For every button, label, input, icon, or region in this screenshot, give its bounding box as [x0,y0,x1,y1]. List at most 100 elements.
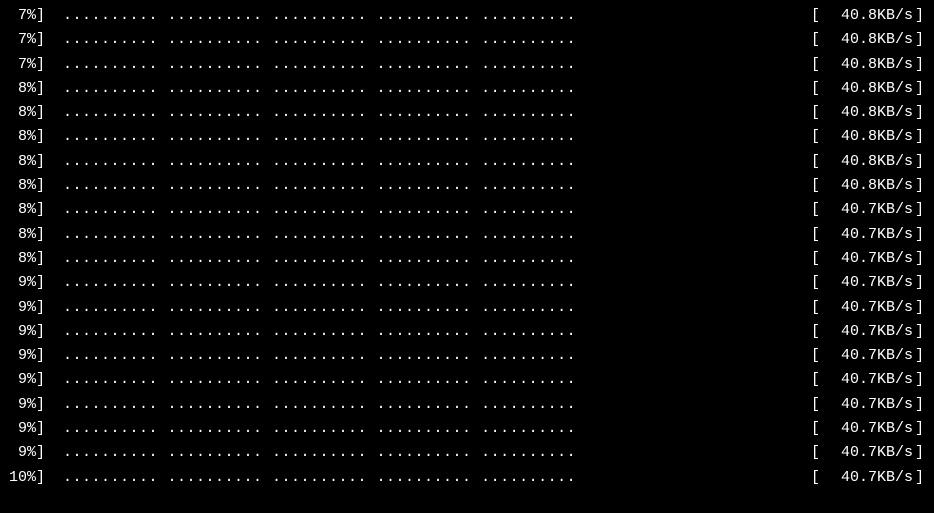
bracket-close: ] [915,466,934,490]
bracket-open: [ [803,247,820,271]
progress-line: 9%].......... .......... .......... ....… [0,320,934,344]
progress-line: 9%].......... .......... .......... ....… [0,271,934,295]
download-speed: 40.8KB/s [820,174,915,198]
bracket-open: [ [803,393,820,417]
progress-dots: .......... .......... .......... .......… [45,466,576,490]
progress-line: 8%].......... .......... .......... ....… [0,125,934,149]
progress-percent: 7%] [0,28,45,52]
download-speed: 40.7KB/s [820,296,915,320]
progress-percent: 9%] [0,344,45,368]
progress-percent: 9%] [0,417,45,441]
bracket-close: ] [915,174,934,198]
progress-line: 9%].......... .......... .......... ....… [0,296,934,320]
download-speed: 40.7KB/s [820,393,915,417]
progress-line: 9%].......... .......... .......... ....… [0,368,934,392]
bracket-close: ] [915,393,934,417]
progress-dots: .......... .......... .......... .......… [45,417,576,441]
download-speed: 40.7KB/s [820,271,915,295]
bracket-open: [ [803,53,820,77]
bracket-close: ] [915,101,934,125]
download-speed: 40.8KB/s [820,125,915,149]
download-speed: 40.7KB/s [820,198,915,222]
progress-line: 9%].......... .......... .......... ....… [0,441,934,465]
progress-line: 7%].......... .......... .......... ....… [0,53,934,77]
progress-dots: .......... .......... .......... .......… [45,101,576,125]
progress-line: 8%].......... .......... .......... ....… [0,77,934,101]
bracket-open: [ [803,466,820,490]
bracket-open: [ [803,223,820,247]
bracket-open: [ [803,125,820,149]
bracket-open: [ [803,101,820,125]
progress-dots: .......... .......... .......... .......… [45,247,576,271]
progress-percent: 8%] [0,223,45,247]
download-speed: 40.8KB/s [820,28,915,52]
progress-percent: 7%] [0,4,45,28]
bracket-open: [ [803,198,820,222]
progress-dots: .......... .......... .......... .......… [45,53,576,77]
progress-dots: .......... .......... .......... .......… [45,296,576,320]
download-speed: 40.8KB/s [820,4,915,28]
progress-line: 9%].......... .......... .......... ....… [0,393,934,417]
bracket-open: [ [803,174,820,198]
progress-line: 10%].......... .......... .......... ...… [0,466,934,490]
download-speed: 40.7KB/s [820,466,915,490]
progress-line: 9%].......... .......... .......... ....… [0,344,934,368]
download-speed: 40.8KB/s [820,53,915,77]
download-speed: 40.7KB/s [820,320,915,344]
progress-percent: 8%] [0,125,45,149]
bracket-open: [ [803,4,820,28]
progress-percent: 8%] [0,247,45,271]
bracket-close: ] [915,125,934,149]
bracket-open: [ [803,368,820,392]
bracket-close: ] [915,296,934,320]
download-speed: 40.7KB/s [820,344,915,368]
progress-dots: .......... .......... .......... .......… [45,344,576,368]
bracket-close: ] [915,53,934,77]
bracket-close: ] [915,4,934,28]
progress-line: 8%].......... .......... .......... ....… [0,150,934,174]
bracket-close: ] [915,150,934,174]
bracket-close: ] [915,368,934,392]
progress-percent: 9%] [0,441,45,465]
bracket-open: [ [803,271,820,295]
progress-line: 8%].......... .......... .......... ....… [0,198,934,222]
bracket-open: [ [803,344,820,368]
bracket-open: [ [803,28,820,52]
progress-percent: 8%] [0,174,45,198]
progress-dots: .......... .......... .......... .......… [45,174,576,198]
progress-dots: .......... .......... .......... .......… [45,28,576,52]
bracket-close: ] [915,417,934,441]
progress-percent: 9%] [0,320,45,344]
bracket-close: ] [915,247,934,271]
progress-percent: 8%] [0,150,45,174]
bracket-close: ] [915,344,934,368]
progress-percent: 8%] [0,101,45,125]
bracket-close: ] [915,271,934,295]
progress-line: 7%].......... .......... .......... ....… [0,4,934,28]
download-speed: 40.7KB/s [820,247,915,271]
progress-line: 8%].......... .......... .......... ....… [0,101,934,125]
bracket-open: [ [803,320,820,344]
progress-dots: .......... .......... .......... .......… [45,368,576,392]
progress-percent: 9%] [0,393,45,417]
progress-percent: 8%] [0,77,45,101]
progress-percent: 10%] [0,466,45,490]
progress-dots: .......... .......... .......... .......… [45,4,576,28]
progress-line: 7%].......... .......... .......... ....… [0,28,934,52]
download-speed: 40.7KB/s [820,223,915,247]
progress-line: 9%].......... .......... .......... ....… [0,417,934,441]
progress-percent: 8%] [0,198,45,222]
bracket-open: [ [803,296,820,320]
progress-dots: .......... .......... .......... .......… [45,150,576,174]
download-speed: 40.7KB/s [820,417,915,441]
bracket-close: ] [915,223,934,247]
progress-dots: .......... .......... .......... .......… [45,125,576,149]
progress-line: 8%].......... .......... .......... ....… [0,174,934,198]
progress-line: 8%].......... .......... .......... ....… [0,223,934,247]
progress-percent: 7%] [0,53,45,77]
progress-dots: .......... .......... .......... .......… [45,77,576,101]
download-speed: 40.8KB/s [820,150,915,174]
bracket-close: ] [915,198,934,222]
progress-percent: 9%] [0,271,45,295]
progress-dots: .......... .......... .......... .......… [45,393,576,417]
